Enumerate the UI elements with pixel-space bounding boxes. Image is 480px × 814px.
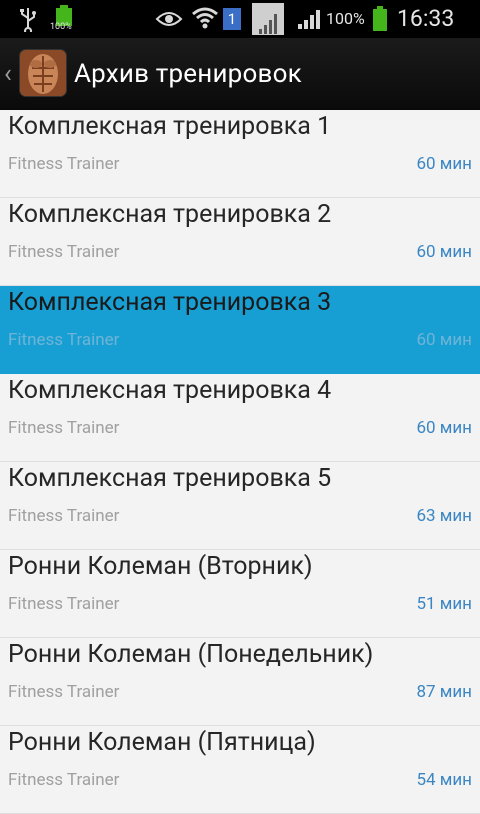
workout-duration: 87 мин: [416, 682, 472, 702]
workout-name: Комплексная тренировка 2: [8, 200, 332, 229]
status-bar: 100% 1 100% 16:33: [0, 0, 480, 38]
sim-badge: 1: [223, 8, 241, 30]
wifi-icon: [190, 0, 220, 38]
workout-duration: 51 мин: [416, 594, 472, 614]
list-item[interactable]: Комплексная тренировка 2 Fitness Trainer…: [0, 198, 480, 286]
workout-subtitle: Fitness Trainer: [8, 154, 120, 174]
list-item[interactable]: Комплексная тренировка 1 Fitness Trainer…: [0, 110, 480, 198]
workout-name: Ронни Колеман (Понедельник): [8, 640, 374, 669]
workout-name: Комплексная тренировка 3: [8, 288, 332, 317]
list-item-selected[interactable]: Комплексная тренировка 3 Fitness Trainer…: [0, 286, 480, 374]
workout-list: Комплексная тренировка 1 Fitness Trainer…: [0, 110, 480, 814]
workout-name: Комплексная тренировка 4: [8, 376, 332, 405]
list-item[interactable]: Комплексная тренировка 5 Fitness Trainer…: [0, 462, 480, 550]
workout-subtitle: Fitness Trainer: [8, 330, 120, 350]
workout-name: Комплексная тренировка 5: [8, 464, 332, 493]
signal-box-icon: [250, 0, 286, 38]
usb-icon: [16, 0, 40, 38]
workout-subtitle: Fitness Trainer: [8, 242, 120, 262]
workout-subtitle: Fitness Trainer: [8, 506, 120, 526]
workout-name: Ронни Колеман (Вторник): [8, 552, 313, 581]
workout-subtitle: Fitness Trainer: [8, 418, 120, 438]
eye-icon: [154, 0, 184, 38]
workout-duration: 60 мин: [416, 154, 472, 174]
list-item[interactable]: Комплексная тренировка 4 Fitness Trainer…: [0, 374, 480, 462]
workout-name: Ронни Колеман (Пятница): [8, 728, 316, 757]
clock: 16:33: [397, 5, 455, 32]
workout-subtitle: Fitness Trainer: [8, 682, 120, 702]
action-bar: ‹ Архив тренировок: [0, 38, 480, 110]
back-chevron-icon[interactable]: ‹: [4, 38, 12, 110]
workout-duration: 54 мин: [416, 770, 472, 790]
battery-percent: 100%: [326, 9, 365, 28]
list-item[interactable]: Ронни Колеман (Пятница) Fitness Trainer …: [0, 726, 480, 814]
workout-subtitle: Fitness Trainer: [8, 770, 120, 790]
workout-name: Комплексная тренировка 1: [8, 112, 332, 141]
workout-duration: 60 мин: [416, 330, 472, 350]
workout-duration: 63 мин: [416, 506, 472, 526]
app-logo-icon[interactable]: [20, 50, 66, 96]
workout-duration: 60 мин: [416, 242, 472, 262]
sim-icon: 1: [222, 0, 242, 38]
workout-subtitle: Fitness Trainer: [8, 594, 120, 614]
page-title: Архив тренировок: [74, 59, 302, 89]
workout-duration: 60 мин: [416, 418, 472, 438]
list-item[interactable]: Ронни Колеман (Вторник) Fitness Trainer …: [0, 550, 480, 638]
battery-icon: [370, 0, 390, 38]
signal-icon: [296, 0, 322, 38]
list-item[interactable]: Ронни Колеман (Понедельник) Fitness Trai…: [0, 638, 480, 726]
